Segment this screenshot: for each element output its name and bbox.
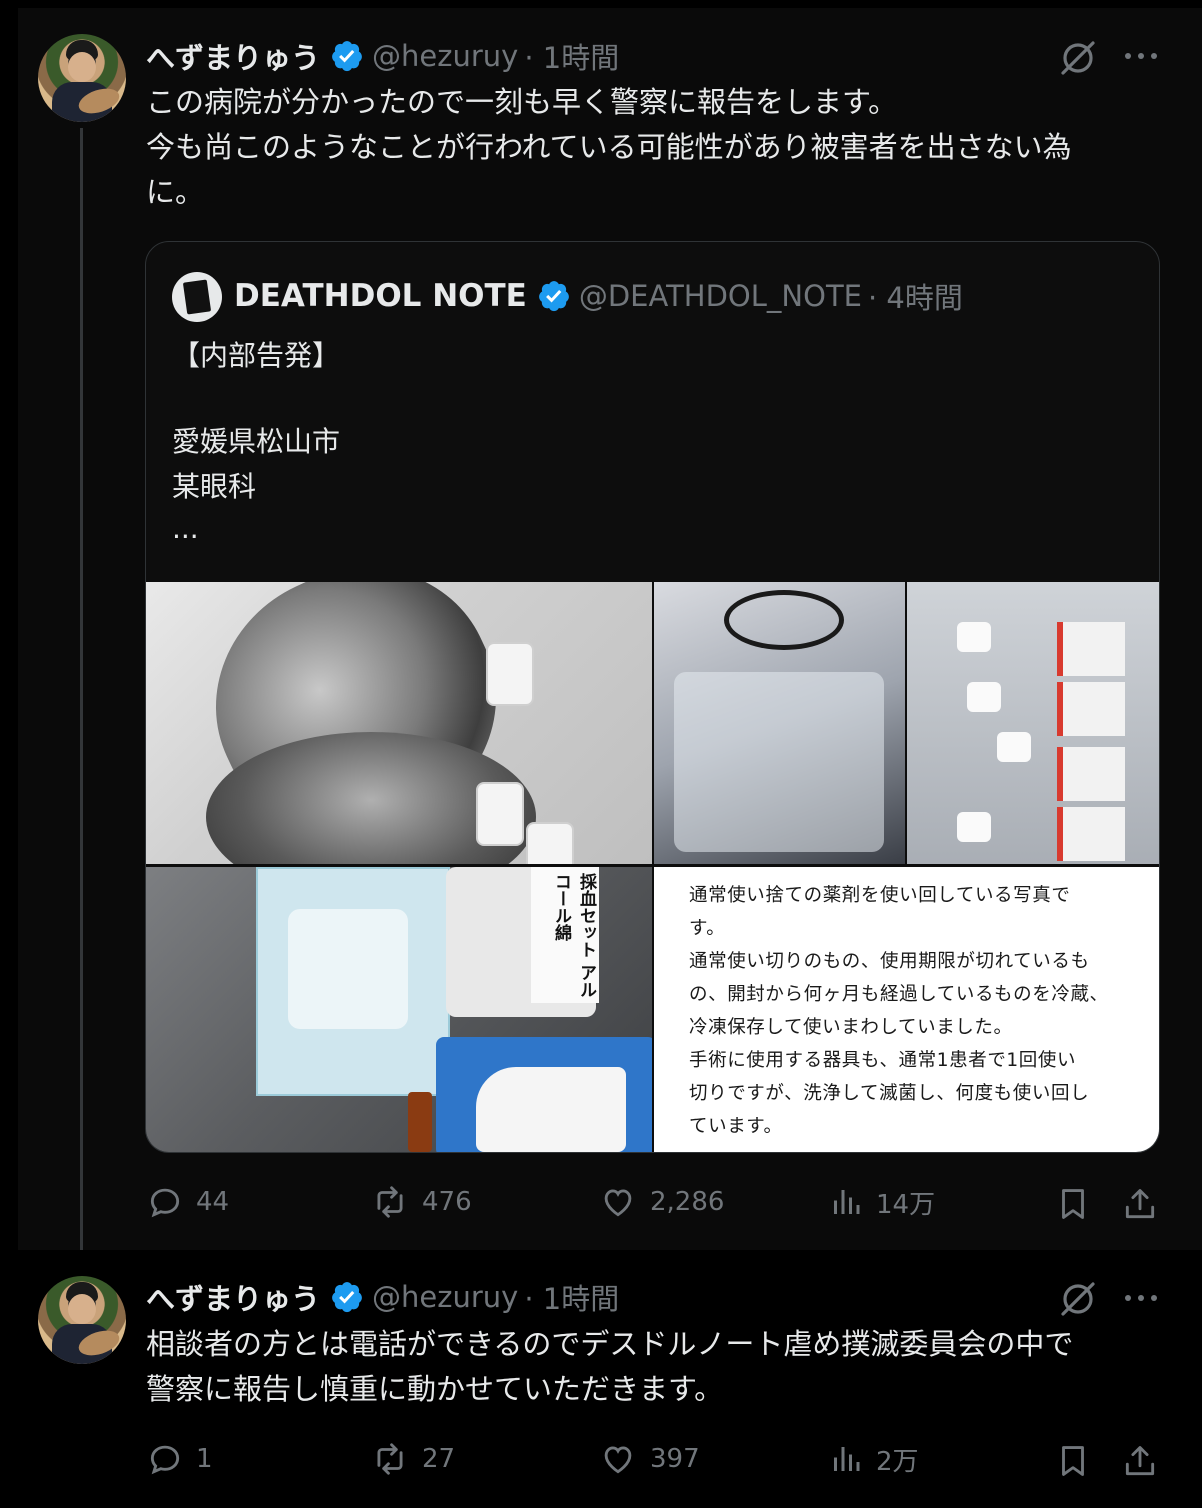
reply-button[interactable]: 1 <box>146 1440 213 1478</box>
quoted-text-line: ... <box>172 512 199 545</box>
like-button[interactable]: 397 <box>598 1440 700 1478</box>
like-icon <box>604 1446 632 1474</box>
photo-sterile-pouch[interactable]: 採血セット アルコール綿 <box>146 867 652 1152</box>
note-line: ています。 <box>689 1116 783 1137</box>
verified-badge-icon <box>332 1282 362 1313</box>
tweet-text-line: この病院が分かったので一刻も早く警察に報告をします。 <box>146 85 898 119</box>
tweet-2-header: へずまりゅう @hezuruy · 1時間 <box>146 1277 619 1317</box>
note-line: 手術に使用する器具も、通常1患者で1回使い <box>689 1050 1077 1071</box>
views-button[interactable]: 2万 <box>828 1440 919 1478</box>
photo-medicine-boxes[interactable] <box>907 582 1159 864</box>
grok-icon[interactable] <box>1058 1279 1098 1319</box>
note-line: 切りですが、洗浄して滅菌し、何度も使い回し <box>689 1083 1090 1104</box>
handle[interactable]: @hezuruy <box>372 39 518 73</box>
repost-count: 476 <box>422 1187 472 1217</box>
note-line: 通常使い捨ての薬剤を使い回している写真で <box>689 885 1071 906</box>
share-icon[interactable] <box>1121 1441 1159 1481</box>
reply-icon <box>150 1445 180 1475</box>
quoted-text-line: 某眼科 <box>172 470 257 503</box>
reply-count: 1 <box>196 1444 213 1474</box>
more-icon[interactable] <box>1122 1288 1160 1308</box>
verified-badge-icon <box>332 41 362 72</box>
views-count: 14万 <box>876 1189 936 1220</box>
repost-button[interactable]: 27 <box>370 1440 455 1478</box>
handle[interactable]: @hezuruy <box>372 1280 518 1314</box>
bookmark-icon[interactable] <box>1054 1184 1092 1224</box>
tweet-1-text: この病院が分かったので一刻も早く警察に報告をします。 今も尚このようなことが行わ… <box>146 80 1072 215</box>
quoted-tweet[interactable]: DEATHDOL NOTE @DEATHDOL_NOTE · 4時間 【内部告発… <box>145 241 1160 1153</box>
reply-button[interactable]: 44 <box>146 1183 229 1221</box>
note-line: す。 <box>689 918 726 939</box>
note-line: 冷凍保存して使いまわしていました。 <box>689 1017 1013 1038</box>
tweet-text-line: 警察に報告し慎重に動かせていただきます。 <box>146 1372 724 1406</box>
timestamp[interactable]: · 1時間 <box>524 1276 619 1318</box>
thread-connector-line <box>80 128 83 1278</box>
views-icon <box>834 1447 860 1471</box>
avatar[interactable] <box>38 1276 126 1364</box>
quoted-photo-grid: 採血セット アルコール綿 通常使い捨ての薬剤を使い回している写真で す。 通常使… <box>146 582 1159 1152</box>
photo-text-note[interactable]: 通常使い捨ての薬剤を使い回している写真で す。 通常使い切りのもの、使用期限が切… <box>654 867 1159 1152</box>
note-line: の、開封から何ヶ月も経過しているものを冷蔵、 <box>689 984 1109 1005</box>
repost-icon <box>377 1186 403 1218</box>
photo-plastic-bags[interactable] <box>654 582 905 864</box>
tweet-text-line: 今も尚このようなことが行われている可能性があり被害者を出さない為 <box>146 130 1072 164</box>
like-icon <box>604 1189 632 1217</box>
like-count: 397 <box>650 1444 700 1474</box>
quoted-display-name[interactable]: DEATHDOL NOTE <box>234 278 527 314</box>
tweet-text-line: 相談者の方とは電話ができるのでデスドルノート虐め撲滅委員会の中で <box>146 1327 1074 1361</box>
quoted-text-line: 愛媛県松山市 <box>172 425 341 458</box>
photo-label-alcohol: 採血セット アルコール綿 <box>531 867 599 1003</box>
verified-badge-icon <box>538 281 569 312</box>
reply-count: 44 <box>196 1187 230 1217</box>
repost-button[interactable]: 476 <box>370 1183 472 1221</box>
repost-count: 27 <box>422 1444 456 1474</box>
views-button[interactable]: 14万 <box>828 1183 935 1221</box>
tweet-1-header: へずまりゅう @hezuruy · 1時間 <box>146 36 619 76</box>
views-icon <box>834 1190 860 1214</box>
bookmark-icon[interactable] <box>1054 1441 1092 1481</box>
grok-icon[interactable] <box>1058 38 1098 78</box>
note-line: 通常使い切りのもの、使用期限が切れているも <box>689 951 1090 972</box>
share-icon[interactable] <box>1121 1184 1159 1224</box>
quoted-avatar[interactable] <box>172 272 222 322</box>
quoted-handle[interactable]: @DEATHDOL_NOTE <box>579 279 862 313</box>
display-name[interactable]: へずまりゅう <box>146 35 320 77</box>
more-icon[interactable] <box>1122 46 1160 66</box>
tweet-text-line: に。 <box>146 175 205 209</box>
like-button[interactable]: 2,286 <box>598 1183 724 1221</box>
quoted-text-line: 【内部告発】 <box>172 339 341 372</box>
timestamp[interactable]: · 1時間 <box>524 35 619 77</box>
repost-icon <box>377 1443 403 1475</box>
reply-icon <box>150 1188 180 1218</box>
quoted-header: DEATHDOL NOTE @DEATHDOL_NOTE · 4時間 <box>234 276 963 316</box>
photo-steel-trays[interactable] <box>146 582 652 864</box>
views-count: 2万 <box>876 1446 919 1477</box>
quoted-timestamp[interactable]: · 4時間 <box>868 275 963 317</box>
display-name[interactable]: へずまりゅう <box>146 1276 320 1318</box>
avatar[interactable] <box>38 34 126 122</box>
like-count: 2,286 <box>650 1187 725 1217</box>
tweet-2-text: 相談者の方とは電話ができるのでデスドルノート虐め撲滅委員会の中で 警察に報告し慎… <box>146 1322 1073 1412</box>
